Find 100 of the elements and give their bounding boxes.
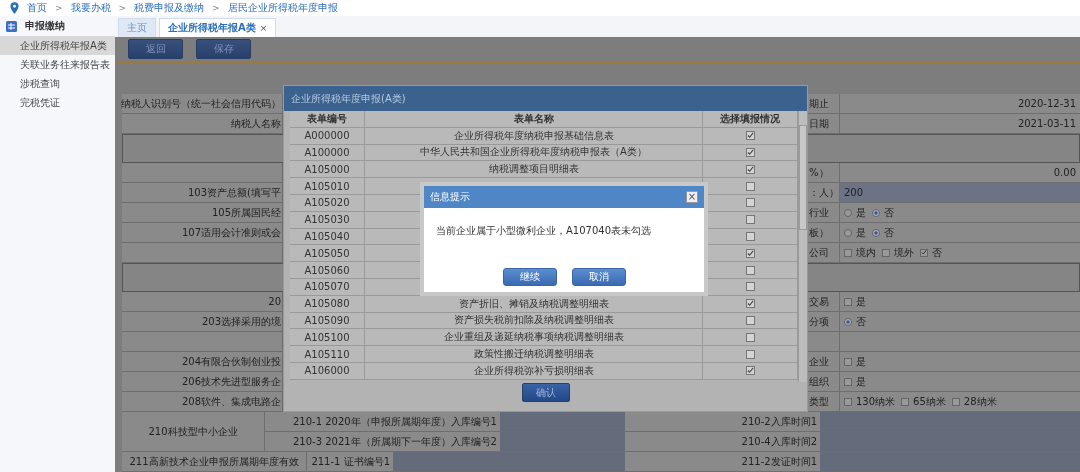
table-cell: 0.00 [840, 163, 1080, 183]
sidebar-item[interactable]: 完税凭证 [0, 93, 115, 112]
tab[interactable]: 主页 [118, 18, 156, 37]
sidebar-item[interactable]: 企业所得税年报A类 [0, 36, 115, 55]
radio-button[interactable] [844, 228, 852, 237]
table-cell: 日期 [808, 114, 840, 134]
table-cell: 211-2发证时间1 [625, 452, 820, 472]
table-cell: 分项 [808, 312, 840, 332]
checkbox[interactable] [745, 248, 755, 258]
option-label: 否 [856, 314, 866, 329]
table-cell: A105000 [290, 161, 365, 178]
radio-button[interactable] [872, 228, 880, 237]
checkbox[interactable] [951, 397, 960, 406]
checkbox[interactable] [844, 397, 852, 406]
checkbox[interactable] [745, 282, 755, 292]
input-field[interactable] [393, 452, 625, 472]
input-field[interactable] [820, 412, 1080, 432]
input-field[interactable] [820, 432, 1080, 452]
option-label: 境外 [894, 245, 914, 260]
checkbox[interactable] [901, 397, 910, 406]
checkbox[interactable] [844, 248, 852, 257]
toolbar-button[interactable]: 返回 [128, 39, 183, 59]
dialog-button[interactable]: 取消 [571, 268, 626, 286]
checkbox[interactable] [745, 332, 755, 342]
table-cell: 行业 [808, 203, 840, 223]
sidebar-item[interactable]: 涉税查询 [0, 74, 115, 93]
checkbox[interactable] [745, 164, 755, 174]
checkbox[interactable] [844, 377, 852, 386]
breadcrumb-separator: > [212, 3, 220, 13]
input-field[interactable] [500, 432, 625, 452]
checkbox[interactable] [745, 299, 755, 309]
tab[interactable]: 企业所得税年报A类 × [159, 18, 277, 37]
option-label: 是 [856, 374, 866, 389]
option-label: 是 [856, 354, 866, 369]
checkbox[interactable] [844, 297, 852, 306]
table-cell: %） [808, 163, 840, 183]
sidebar-item[interactable]: 关联业务往来报告表 [0, 55, 115, 74]
table-cell: 105所属国民经 [122, 203, 283, 223]
input-field[interactable] [500, 412, 625, 432]
table-cell: 期止 [808, 94, 840, 114]
table-cell: 210科技型中小企业 [122, 412, 265, 452]
checkbox[interactable] [745, 215, 755, 225]
column-header: 表单名称 [365, 111, 703, 127]
checkbox[interactable] [745, 231, 755, 241]
dialog-button[interactable]: 继续 [502, 268, 557, 286]
table-cell: 210-4入库时间2 [625, 432, 820, 452]
option-label: 130纳米 [856, 394, 896, 409]
breadcrumb-separator: > [118, 3, 127, 13]
confirm-button[interactable]: 确认 [521, 383, 570, 402]
table-cell: A105060 [290, 262, 365, 278]
option-label: 否 [932, 245, 942, 260]
column-header: 选择填报情况 [703, 111, 798, 127]
scrollbar[interactable] [798, 111, 807, 382]
checkbox[interactable] [745, 131, 755, 141]
table-cell: 107适用会计准则或会 [122, 223, 283, 243]
checkbox[interactable] [745, 265, 755, 275]
checkbox[interactable] [745, 181, 755, 191]
option-label: 境内 [856, 245, 876, 260]
table-cell: 2021-03-11 [840, 114, 1080, 134]
table-cell: 208软件、集成电路企 [122, 392, 283, 412]
table-cell: A105100 [290, 329, 365, 346]
checkbox[interactable] [745, 366, 755, 376]
column-header: 表单编号 [290, 111, 365, 127]
table-cell: 企业重组及递延纳税事项纳税调整明细表 [365, 329, 703, 346]
checkbox[interactable] [882, 248, 890, 257]
alert-title: 信息提示 [430, 190, 470, 204]
breadcrumb-link[interactable]: 居民企业所得税年度申报 [227, 1, 338, 15]
alert-message: 当前企业属于小型微利企业，A107040表未勾选 [436, 224, 651, 238]
breadcrumb-link[interactable]: 首页 [27, 1, 47, 15]
dialog-title: 企业所得税年度申报(A类) [284, 86, 807, 111]
sidebar-title: 申报缴纳 [25, 19, 65, 33]
radio-button[interactable] [872, 208, 880, 217]
toolbar-button[interactable]: 保存 [196, 39, 251, 59]
close-button[interactable]: × [686, 191, 698, 203]
checkbox[interactable] [745, 198, 755, 208]
breadcrumb-link[interactable]: 我要办税 [70, 1, 111, 15]
input-field[interactable] [820, 452, 1080, 472]
table-cell: 211高新技术企业申报所属期年度有效 [122, 452, 307, 472]
checkbox[interactable] [920, 248, 928, 257]
radio-button[interactable] [844, 317, 852, 326]
table-cell: A105050 [290, 245, 365, 262]
checkbox[interactable] [745, 315, 755, 325]
option-label: 是 [856, 225, 866, 240]
table-cell: 公司 [808, 243, 840, 263]
breadcrumb-link[interactable]: 税费申报及缴纳 [134, 1, 205, 15]
option-label: 65纳米 [913, 394, 946, 409]
table-cell: A105110 [290, 346, 365, 362]
option-label: 是 [856, 294, 866, 309]
table-cell: A105010 [290, 178, 365, 194]
checkbox[interactable] [745, 148, 755, 157]
close-icon[interactable]: × [259, 23, 268, 33]
table-cell: 政策性搬迁纳税调整明细表 [365, 346, 703, 362]
input-field[interactable]: 200 [840, 183, 1080, 203]
radio-button[interactable] [844, 208, 852, 217]
table-cell: 企业 [808, 352, 840, 372]
option-label: 否 [884, 225, 894, 240]
checkbox[interactable] [745, 349, 755, 359]
table-cell: 20 [122, 292, 283, 312]
table-cell: 纳税调整项目明细表 [365, 161, 703, 178]
checkbox[interactable] [844, 357, 852, 366]
